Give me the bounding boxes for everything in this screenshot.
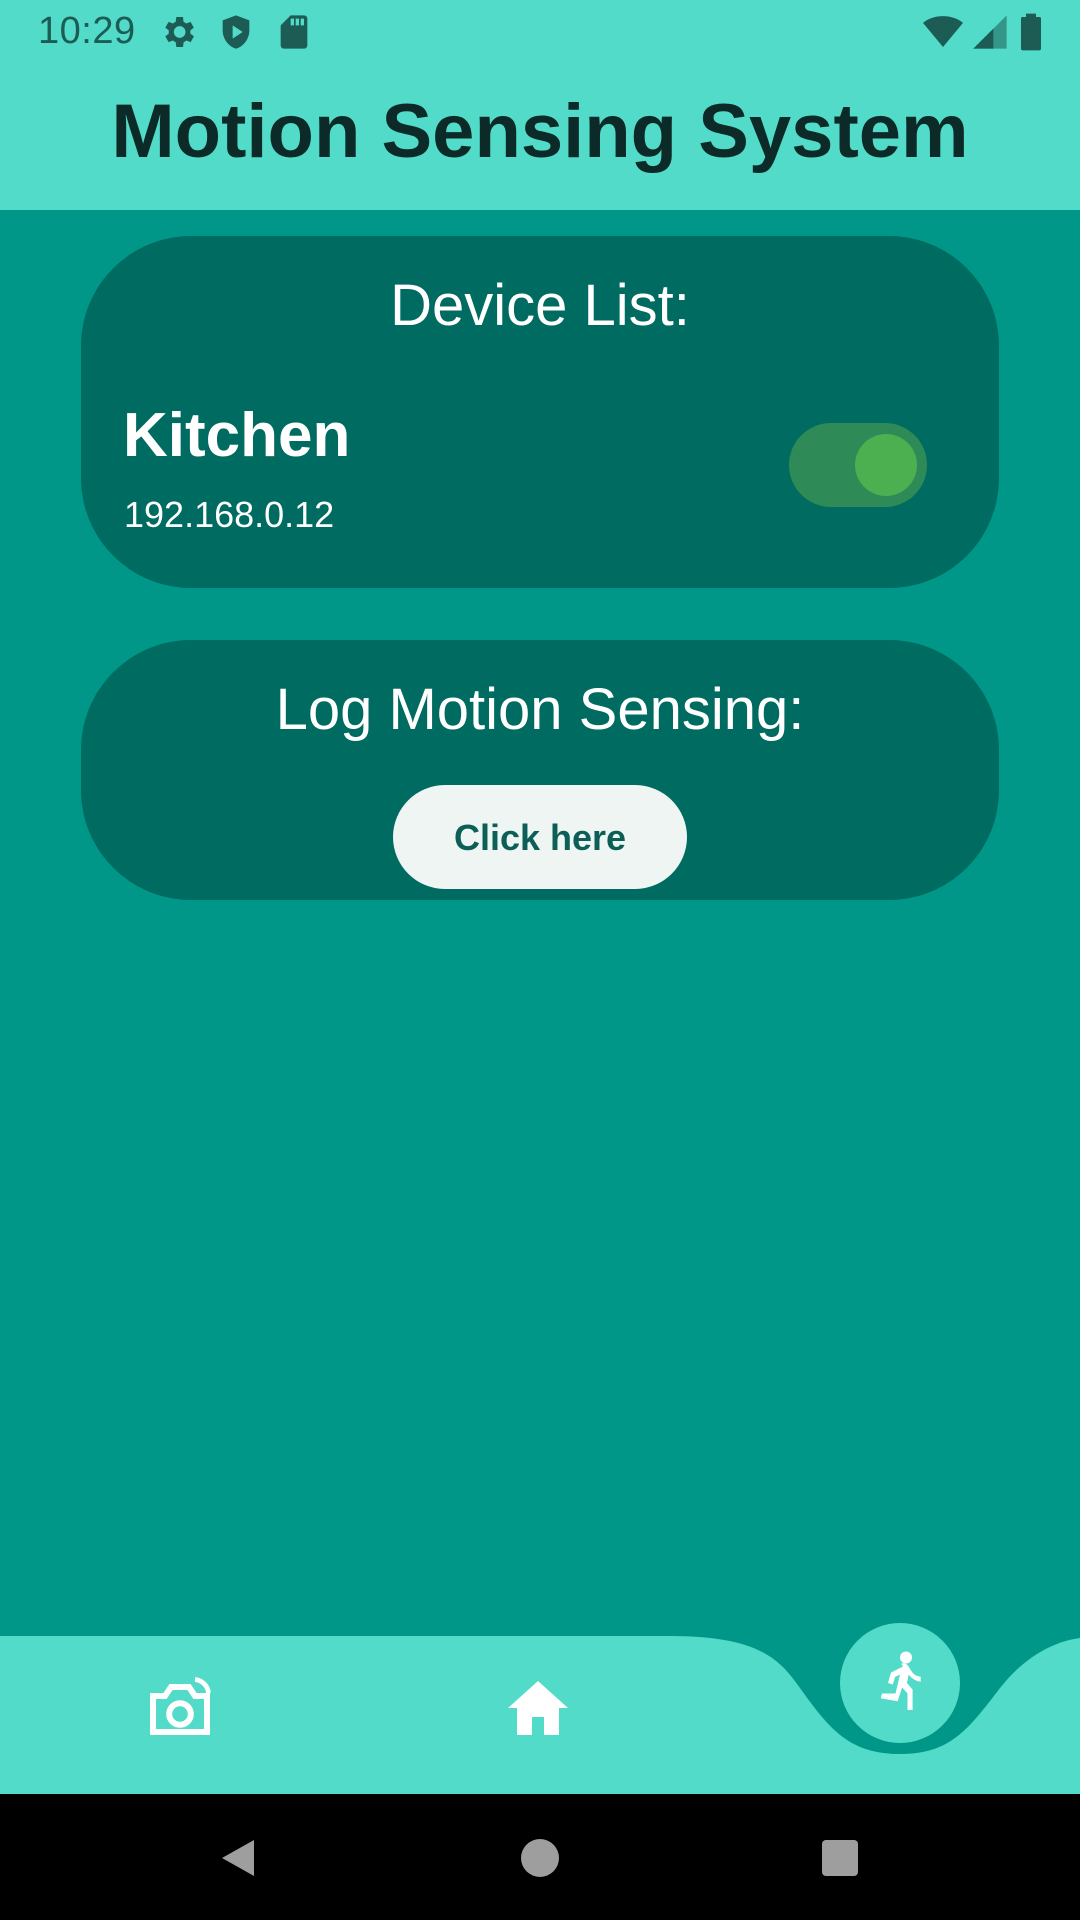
- home-circle-icon[interactable]: [516, 1834, 564, 1882]
- device-list-heading: Device List:: [390, 273, 690, 338]
- device-list-card: Device List: Kitchen 192.168.0.12: [81, 236, 999, 588]
- app-screen: 10:29 Motion Sensing System Device List:…: [0, 0, 1080, 1920]
- bottom-navigation: [0, 1620, 1080, 1794]
- click-here-button[interactable]: Click here: [393, 785, 687, 889]
- status-bar: 10:29: [0, 0, 1080, 66]
- log-motion-card: Log Motion Sensing: Click here: [81, 640, 999, 900]
- settings-icon: [165, 17, 194, 47]
- device-toggle-switch[interactable]: [789, 423, 927, 507]
- page-title: Motion Sensing System: [111, 89, 969, 174]
- back-icon[interactable]: [214, 1834, 262, 1882]
- shield-icon: [222, 15, 250, 49]
- recents-icon[interactable]: [816, 1834, 864, 1882]
- sd-card-icon: [280, 15, 308, 49]
- home-icon[interactable]: [502, 1672, 574, 1744]
- camera-icon[interactable]: [144, 1672, 216, 1744]
- wifi-icon: [923, 16, 963, 47]
- device-ip-address: 192.168.0.12: [124, 494, 335, 535]
- running-person-icon: [880, 1651, 921, 1710]
- signal-icon: [973, 15, 1007, 49]
- log-motion-heading: Log Motion Sensing:: [275, 677, 805, 742]
- motion-fab-button[interactable]: [840, 1623, 960, 1743]
- device-name: Kitchen: [123, 401, 351, 470]
- toggle-knob: [855, 434, 917, 496]
- app-bar: Motion Sensing System: [0, 66, 1080, 210]
- system-navigation-bar: [0, 1794, 1080, 1920]
- status-time: 10:29: [38, 10, 136, 52]
- battery-icon: [1021, 13, 1041, 51]
